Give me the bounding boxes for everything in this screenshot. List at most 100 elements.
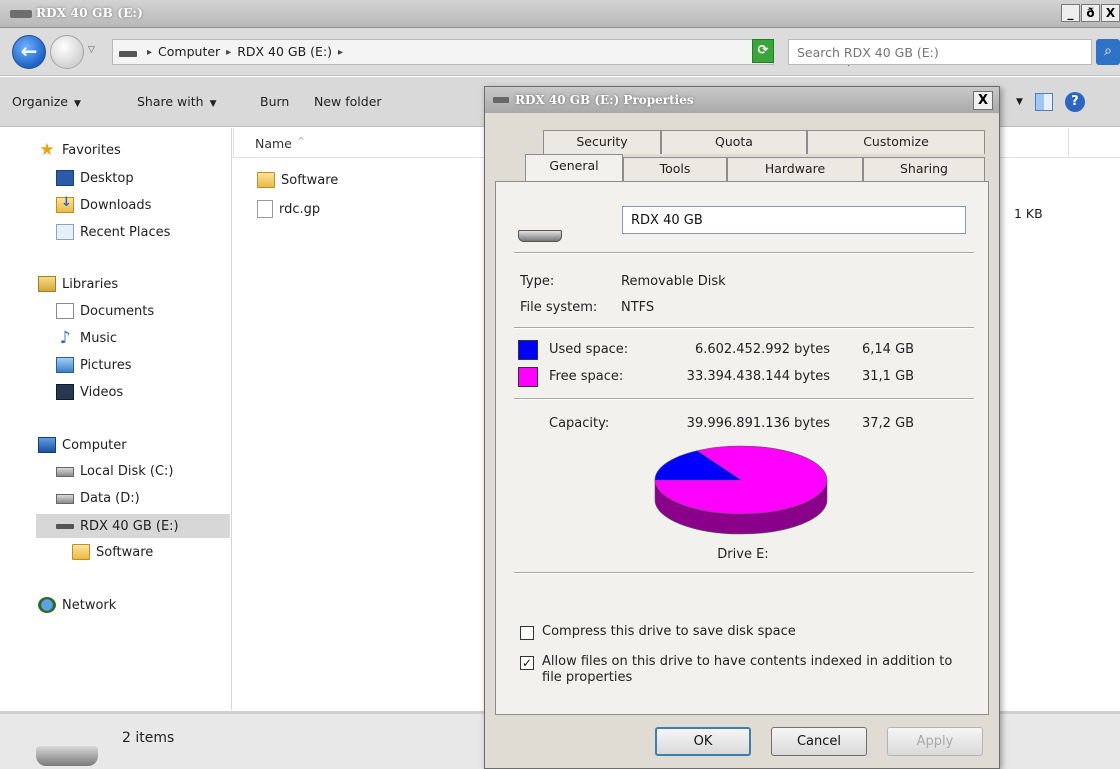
- dialog-close-button[interactable]: X: [973, 91, 993, 110]
- column-name-label: Name: [255, 136, 292, 151]
- history-dropdown-icon[interactable]: ▽: [88, 45, 95, 55]
- index-checkbox[interactable]: ✓: [520, 656, 534, 670]
- tab-customize[interactable]: Customize: [807, 130, 985, 154]
- new-folder-button[interactable]: New folder: [314, 94, 382, 109]
- desktop-icon: [56, 170, 74, 186]
- nav-label: Documents: [80, 303, 155, 319]
- tab-security[interactable]: Security: [543, 130, 661, 154]
- tab-general[interactable]: General: [525, 154, 623, 181]
- drive-icon: [10, 10, 32, 18]
- nav-rdx-drive[interactable]: RDX 40 GB (E:): [36, 514, 230, 538]
- nav-label: Computer: [62, 437, 127, 453]
- close-button[interactable]: X: [1101, 4, 1120, 22]
- item-count: 2 items: [122, 730, 175, 746]
- refresh-button[interactable]: ⟳: [752, 39, 774, 63]
- nav-desktop[interactable]: Desktop: [56, 170, 134, 186]
- capacity-gb: 37,2 GB: [862, 416, 915, 431]
- nav-network[interactable]: Network: [38, 597, 116, 613]
- tab-hardware[interactable]: Hardware: [727, 157, 863, 181]
- breadcrumb: ▸ Computer ▸ RDX 40 GB (E:) ▸: [147, 44, 343, 62]
- forward-button[interactable]: [50, 35, 84, 69]
- nav-documents[interactable]: Documents: [56, 303, 154, 319]
- divider: [514, 572, 974, 574]
- nav-label: Videos: [80, 384, 124, 400]
- tab-tools[interactable]: Tools: [623, 157, 727, 181]
- maximize-button[interactable]: ð: [1081, 4, 1100, 22]
- chevron-right-icon[interactable]: ▸: [147, 44, 152, 62]
- recent-places-icon: [56, 224, 74, 240]
- nav-libraries[interactable]: Libraries: [38, 276, 118, 292]
- computer-icon: [38, 437, 56, 453]
- tab-sharing[interactable]: Sharing: [863, 157, 985, 181]
- apply-button[interactable]: Apply: [887, 727, 983, 756]
- free-space-gb: 31,1 GB: [862, 369, 915, 384]
- nav-computer[interactable]: Computer: [38, 437, 127, 453]
- nav-data-drive[interactable]: Data (D:): [56, 491, 140, 506]
- file-row[interactable]: rdc.gp: [257, 200, 320, 218]
- drive-icon: [518, 230, 562, 242]
- view-dropdown-icon[interactable]: ▼: [1016, 97, 1023, 107]
- file-name: Software: [281, 172, 339, 188]
- back-button[interactable]: ←: [12, 35, 46, 69]
- nav-videos[interactable]: Videos: [56, 384, 123, 400]
- dialog-title: RDX 40 GB (E:) Properties: [515, 93, 694, 107]
- nav-label: Libraries: [62, 276, 119, 292]
- address-field[interactable]: ▸ Computer ▸ RDX 40 GB (E:) ▸ ▼: [112, 39, 853, 68]
- nav-favorites[interactable]: ★ Favorites: [38, 142, 120, 159]
- folder-icon: [257, 172, 275, 188]
- file-row[interactable]: Software: [257, 172, 338, 188]
- compress-label[interactable]: Compress this drive to save disk space: [542, 624, 796, 639]
- column-divider[interactable]: [1068, 128, 1069, 158]
- minimize-button[interactable]: _: [1061, 4, 1080, 22]
- chevron-right-icon[interactable]: ▸: [226, 44, 231, 62]
- nav-label: Downloads: [80, 197, 152, 213]
- pictures-icon: [56, 357, 74, 373]
- cancel-button[interactable]: Cancel: [771, 727, 867, 756]
- nav-label: Data (D:): [80, 491, 140, 506]
- help-icon[interactable]: ?: [1064, 92, 1085, 112]
- chevron-down-icon: ▼: [74, 99, 81, 109]
- nav-label: Music: [80, 330, 117, 346]
- nav-downloads[interactable]: Downloads: [56, 195, 152, 213]
- divider: [514, 327, 974, 329]
- index-label[interactable]: Allow files on this drive to have conten…: [542, 654, 962, 686]
- file-name: rdc.gp: [279, 201, 321, 217]
- window-title: RDX 40 GB (E:): [36, 6, 144, 20]
- breadcrumb-computer[interactable]: Computer: [158, 44, 220, 62]
- document-icon: [56, 303, 74, 319]
- nav-label: Local Disk (C:): [80, 464, 174, 479]
- chevron-right-icon[interactable]: ▸: [338, 44, 343, 62]
- videos-icon: [56, 384, 74, 400]
- nav-music[interactable]: ♪ Music: [56, 330, 117, 347]
- divider: [514, 252, 974, 254]
- search-box[interactable]: [788, 39, 1092, 65]
- navigation-pane: ★ Favorites Desktop Downloads Recent Plac…: [0, 128, 232, 710]
- search-input[interactable]: [789, 41, 1049, 63]
- properties-dialog: RDX 40 GB (E:) Properties X Security Quo…: [484, 86, 1000, 769]
- view-controls: ▼ ?: [1016, 92, 1085, 112]
- search-icon[interactable]: ⌕: [1096, 39, 1120, 65]
- burn-button[interactable]: Burn: [260, 94, 289, 109]
- nav-local-disk[interactable]: Local Disk (C:): [56, 464, 173, 479]
- ok-button[interactable]: OK: [655, 727, 751, 756]
- nav-recent-places[interactable]: Recent Places: [56, 224, 170, 240]
- share-with-menu[interactable]: Share with ▼: [137, 94, 217, 109]
- drive-icon: [119, 51, 137, 57]
- breadcrumb-rdx[interactable]: RDX 40 GB (E:): [237, 44, 332, 62]
- tab-quota[interactable]: Quota: [661, 130, 807, 154]
- column-divider[interactable]: [233, 128, 234, 158]
- network-icon: [38, 597, 56, 613]
- column-name[interactable]: Name ^: [255, 136, 305, 151]
- nav-label: Desktop: [80, 170, 134, 186]
- free-space-label: Free space:: [549, 369, 624, 384]
- type-label: Type:: [520, 274, 555, 289]
- used-space-bytes: 6.602.452.992 bytes: [694, 342, 830, 357]
- nav-pictures[interactable]: Pictures: [56, 357, 131, 373]
- preview-pane-icon[interactable]: [1034, 93, 1053, 111]
- organize-menu[interactable]: Organize ▼: [12, 94, 81, 109]
- nav-software-folder[interactable]: Software: [72, 544, 153, 560]
- dialog-titlebar[interactable]: RDX 40 GB (E:) Properties X: [485, 87, 999, 113]
- compress-checkbox[interactable]: [520, 626, 534, 640]
- capacity-label: Capacity:: [549, 416, 610, 431]
- volume-name-input[interactable]: [622, 206, 966, 234]
